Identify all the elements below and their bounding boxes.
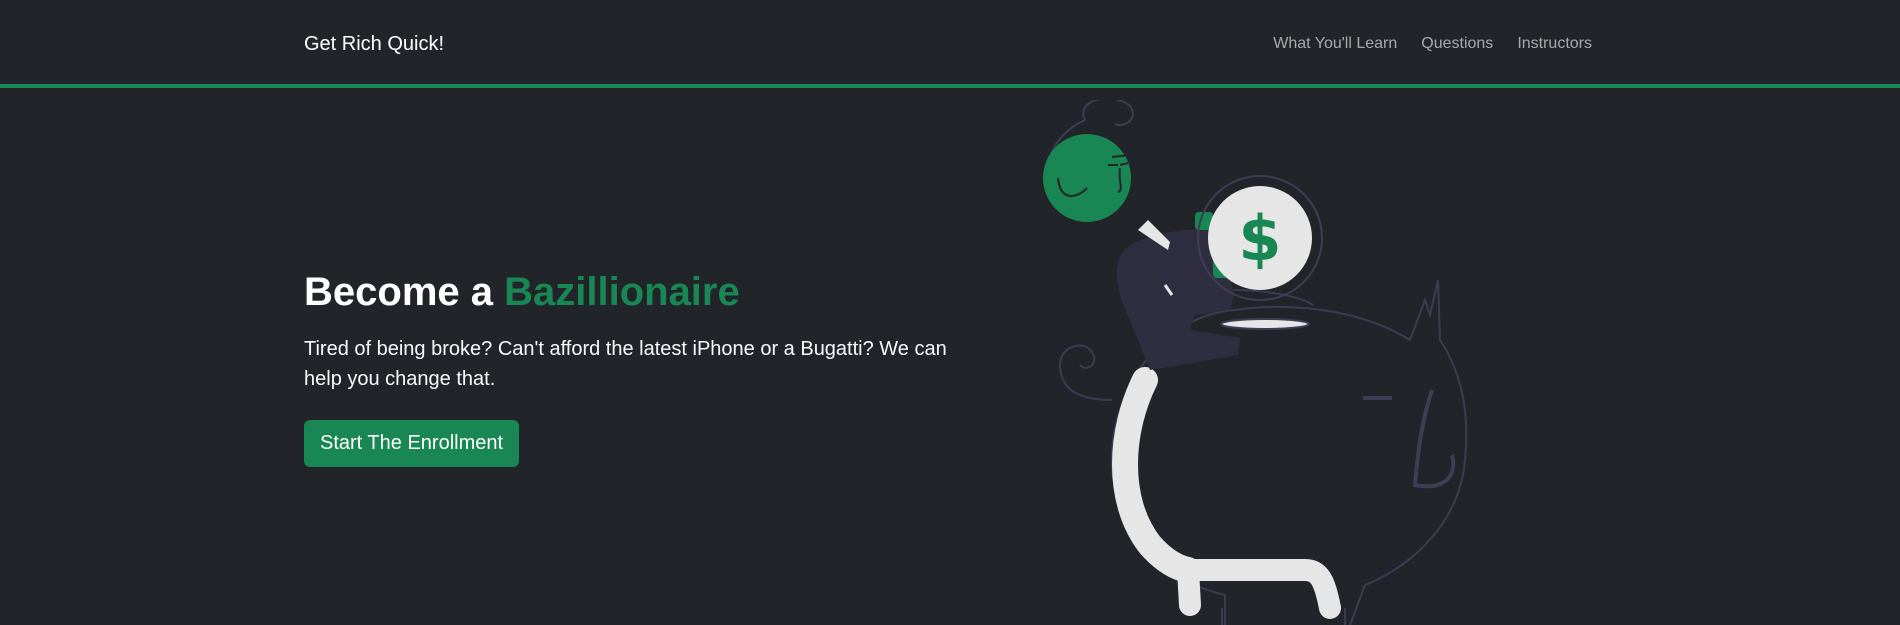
figure-leg [1112, 367, 1201, 583]
navbar: Get Rich Quick! What You'll Learn Questi… [0, 0, 1900, 88]
hero-title-accent: Bazillionaire [504, 270, 740, 314]
coin-slot [1220, 318, 1310, 330]
nav-link-instructors[interactable]: Instructors [1517, 35, 1592, 53]
start-enrollment-button[interactable]: Start The Enrollment [304, 420, 520, 467]
hero-section: Become a Bazillionaire Tired of being br… [304, 268, 984, 467]
figure-foot [1177, 559, 1341, 619]
figure-heel [1177, 559, 1201, 616]
hero-title: Become a Bazillionaire [304, 268, 984, 316]
hero-title-prefix: Become a [304, 270, 493, 314]
piggy-snout-mark [1412, 389, 1456, 489]
figure-head [1043, 100, 1134, 222]
nav-link-what-youll-learn[interactable]: What You'll Learn [1273, 35, 1397, 53]
hero-lead: Tired of being broke? Can't afford the l… [304, 338, 947, 390]
brand-logo-link[interactable]: Get Rich Quick! [304, 33, 444, 56]
coin-dollar-symbol: $ [1238, 202, 1281, 275]
nav-links: What You'll Learn Questions Instructors [1273, 35, 1592, 53]
nav-link-questions[interactable]: Questions [1421, 35, 1493, 53]
dollar-coin-icon: $ [1197, 175, 1323, 301]
piggy-bank-illustration: $ [1043, 100, 1468, 625]
